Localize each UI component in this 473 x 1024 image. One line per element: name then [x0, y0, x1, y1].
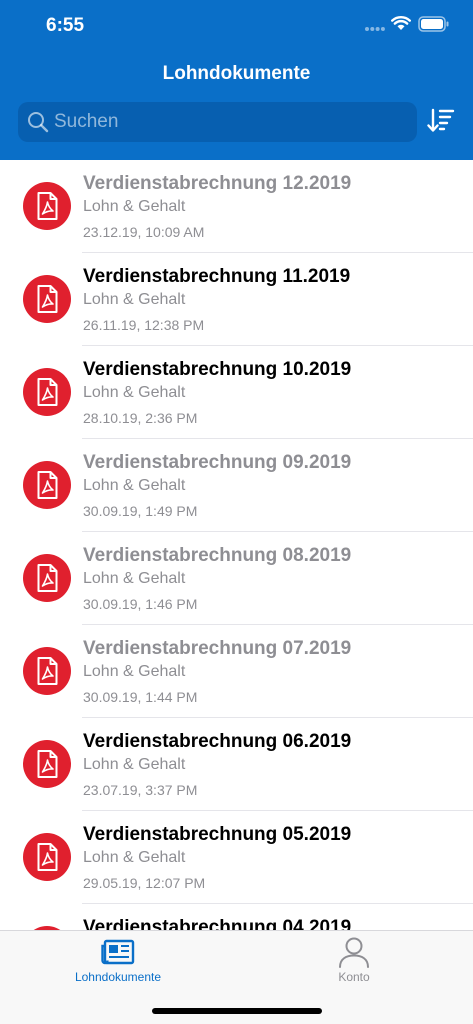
document-title: Verdienstabrechnung 09.2019 — [83, 452, 352, 473]
tab-lohndokumente[interactable]: Lohndokumente — [48, 931, 188, 991]
status-bar: 6:55 — [0, 0, 473, 52]
pdf-document-icon — [23, 554, 71, 602]
pdf-document-icon — [23, 461, 71, 509]
header: 6:55 Lohndokumente — [0, 0, 473, 160]
home-indicator — [152, 1008, 322, 1014]
document-title: Verdienstabrechnung 12.2019 — [83, 173, 352, 194]
tab-konto[interactable]: Konto — [284, 931, 424, 991]
pdf-document-icon — [23, 833, 71, 881]
pdf-document-icon — [23, 740, 71, 788]
document-category: Lohn & Gehalt — [83, 663, 186, 680]
document-category: Lohn & Gehalt — [83, 384, 186, 401]
sort-icon[interactable] — [427, 106, 455, 136]
document-date: 23.07.19, 3:37 PM — [83, 782, 198, 798]
document-row[interactable]: Verdienstabrechnung 06.2019 Lohn & Gehal… — [0, 718, 473, 811]
document-date: 23.12.19, 10:09 AM — [83, 224, 205, 240]
document-category: Lohn & Gehalt — [83, 570, 186, 587]
document-row[interactable]: Verdienstabrechnung 11.2019 Lohn & Gehal… — [0, 253, 473, 346]
document-category: Lohn & Gehalt — [83, 756, 186, 773]
document-row[interactable]: Verdienstabrechnung 07.2019 Lohn & Gehal… — [0, 625, 473, 718]
newspaper-icon — [101, 939, 135, 965]
cellular-signal-icon — [365, 27, 385, 31]
document-row[interactable]: Verdienstabrechnung 05.2019 Lohn & Gehal… — [0, 811, 473, 904]
document-category: Lohn & Gehalt — [83, 849, 186, 866]
document-title: Verdienstabrechnung 04.2019 — [83, 917, 352, 930]
tab-label: Konto — [338, 970, 370, 984]
document-date: 26.11.19, 12:38 PM — [83, 317, 205, 333]
person-icon — [339, 937, 369, 968]
document-date: 30.09.19, 1:44 PM — [83, 689, 198, 705]
pdf-document-icon — [23, 275, 71, 323]
document-title: Verdienstabrechnung 06.2019 — [83, 731, 352, 752]
document-category: Lohn & Gehalt — [83, 198, 186, 215]
document-date: 30.09.19, 1:46 PM — [83, 596, 198, 612]
document-date: 28.10.19, 2:36 PM — [83, 410, 198, 426]
wifi-icon — [391, 16, 411, 30]
battery-icon — [418, 16, 449, 32]
document-title: Verdienstabrechnung 08.2019 — [83, 545, 352, 566]
search-bar[interactable] — [18, 102, 417, 142]
document-row[interactable]: Verdienstabrechnung 04.2019 — [0, 904, 473, 930]
search-input[interactable] — [54, 102, 417, 142]
document-title: Verdienstabrechnung 07.2019 — [83, 638, 352, 659]
page-title: Lohndokumente — [162, 63, 311, 84]
document-title: Verdienstabrechnung 05.2019 — [83, 824, 352, 845]
document-row[interactable]: Verdienstabrechnung 10.2019 Lohn & Gehal… — [0, 346, 473, 439]
document-title: Verdienstabrechnung 10.2019 — [83, 359, 352, 380]
document-row[interactable]: Verdienstabrechnung 09.2019 Lohn & Gehal… — [0, 439, 473, 532]
pdf-document-icon — [23, 647, 71, 695]
pdf-document-icon — [23, 182, 71, 230]
status-time: 6:55 — [46, 15, 85, 36]
document-category: Lohn & Gehalt — [83, 477, 186, 494]
document-date: 29.05.19, 12:07 PM — [83, 875, 206, 891]
document-title: Verdienstabrechnung 11.2019 — [83, 266, 351, 287]
pdf-document-icon — [23, 368, 71, 416]
document-category: Lohn & Gehalt — [83, 291, 186, 308]
document-date: 30.09.19, 1:49 PM — [83, 503, 198, 519]
search-icon — [28, 112, 49, 133]
tab-label: Lohndokumente — [74, 970, 162, 984]
document-row[interactable]: Verdienstabrechnung 08.2019 Lohn & Gehal… — [0, 532, 473, 625]
document-row[interactable]: Verdienstabrechnung 12.2019 Lohn & Gehal… — [0, 160, 473, 253]
document-list: Verdienstabrechnung 12.2019 Lohn & Gehal… — [0, 160, 473, 930]
